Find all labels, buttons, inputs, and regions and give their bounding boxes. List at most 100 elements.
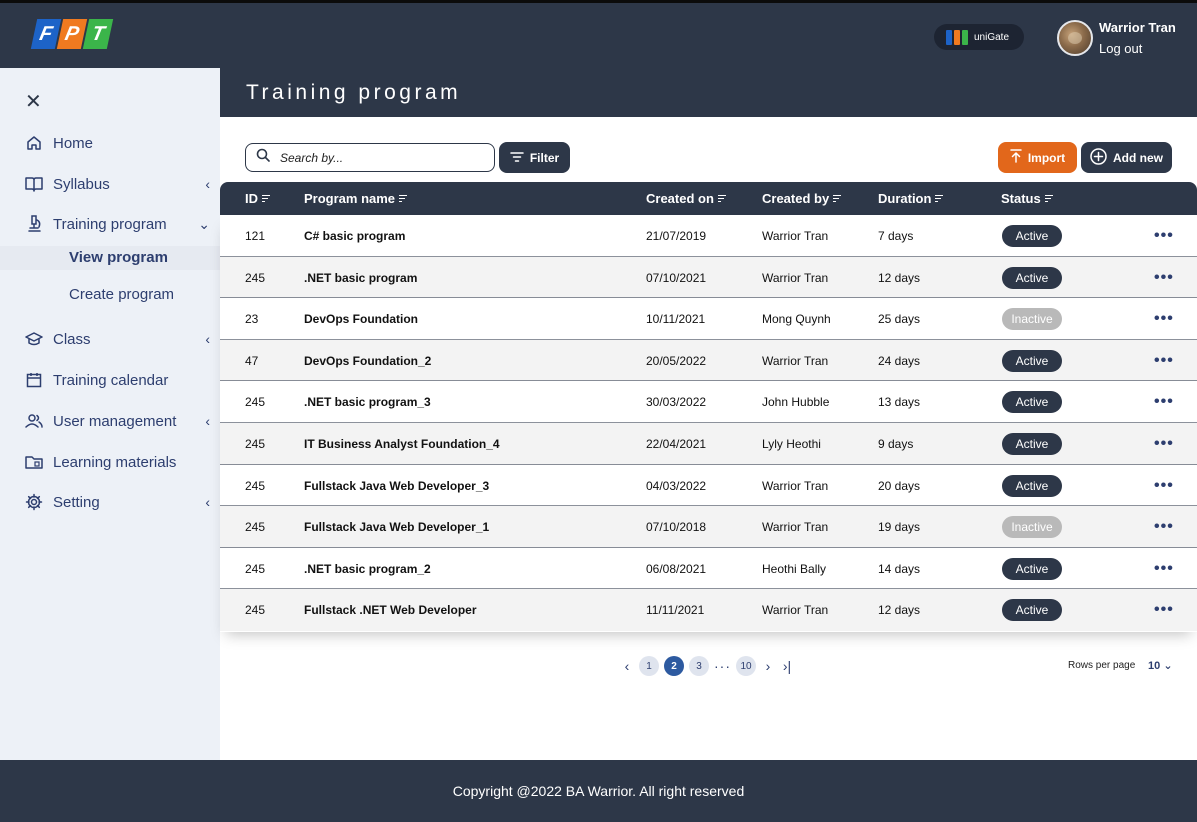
close-sidebar-icon[interactable]: ✕ bbox=[25, 92, 42, 112]
top-header: F P T uniGate Warrior Tran Log out bbox=[0, 0, 1197, 68]
user-avatar[interactable] bbox=[1057, 20, 1093, 56]
import-button[interactable]: Import bbox=[998, 142, 1077, 173]
cell-created-on: 07/10/2021 bbox=[646, 270, 707, 285]
column-label: Program name bbox=[304, 191, 396, 206]
search-input[interactable] bbox=[280, 150, 470, 165]
cell-id: 245 bbox=[245, 603, 266, 618]
sort-icon[interactable] bbox=[935, 194, 944, 204]
sidebar-subitem-create-program[interactable]: Create program bbox=[69, 286, 174, 303]
more-options-icon[interactable]: ••• bbox=[1154, 518, 1174, 536]
pagination: ‹ 1 2 3 ··· 10 › ›| bbox=[620, 656, 794, 676]
sidebar-item-label: User management bbox=[53, 412, 177, 430]
cell-created-by: Lyly Heothi bbox=[762, 437, 821, 451]
sidebar-item-user-management[interactable]: User management ‹ bbox=[25, 412, 210, 430]
column-label: ID bbox=[245, 191, 258, 206]
table-row[interactable]: 23 DevOps Foundation 10/11/2021 Mong Quynh 2… bbox=[220, 298, 1197, 340]
sidebar-item-home[interactable]: Home bbox=[25, 134, 210, 152]
add-new-button[interactable]: Add new bbox=[1081, 142, 1172, 173]
cell-duration: 7 days bbox=[878, 229, 914, 243]
unigate-button[interactable]: uniGate bbox=[934, 24, 1024, 50]
cell-id: 245 bbox=[245, 395, 266, 410]
sidebar-item-setting[interactable]: Setting ‹ bbox=[25, 493, 210, 511]
unigate-icon bbox=[946, 29, 968, 45]
filter-button[interactable]: Filter bbox=[499, 142, 570, 173]
page-button-3[interactable]: 3 bbox=[689, 656, 709, 676]
rows-per-page-select[interactable]: 10 ⌄ bbox=[1148, 659, 1173, 672]
sort-icon[interactable] bbox=[399, 194, 408, 204]
last-page-icon[interactable]: ›| bbox=[780, 658, 794, 674]
sidebar-item-learning-materials[interactable]: Learning materials bbox=[25, 453, 210, 471]
chevron-down-icon[interactable]: ⌄ bbox=[198, 216, 210, 233]
column-header-id[interactable]: ID bbox=[245, 191, 270, 206]
sidebar-item-label: Learning materials bbox=[53, 453, 177, 471]
more-options-icon[interactable]: ••• bbox=[1154, 393, 1174, 411]
status-badge: Inactive bbox=[1002, 308, 1062, 331]
sort-icon[interactable] bbox=[717, 194, 726, 204]
cell-program-name: .NET basic program_3 bbox=[304, 395, 431, 410]
cell-created-on: 21/07/2019 bbox=[646, 229, 707, 243]
next-page-icon[interactable]: › bbox=[761, 658, 775, 674]
sidebar-subitem-view-program[interactable]: View program bbox=[69, 249, 168, 266]
page-title-bar: Training program bbox=[220, 68, 1197, 117]
cell-duration: 13 days bbox=[878, 395, 921, 410]
table-row[interactable]: 245 Fullstack .NET Web Developer 11/11/202… bbox=[220, 589, 1197, 631]
column-header-status[interactable]: Status bbox=[1001, 191, 1053, 206]
column-header-created-on[interactable]: Created on bbox=[646, 191, 726, 206]
sort-icon[interactable] bbox=[1044, 194, 1053, 204]
sidebar-item-training-program[interactable]: Training program ⌄ bbox=[25, 215, 210, 233]
column-header-program-name[interactable]: Program name bbox=[304, 191, 408, 206]
filter-label: Filter bbox=[529, 150, 560, 165]
sort-icon[interactable] bbox=[262, 194, 270, 204]
table-row[interactable]: 121 C# basic program 21/07/2019 Warrior Tra… bbox=[220, 215, 1197, 257]
logout-link[interactable]: Log out bbox=[1099, 41, 1142, 56]
more-options-icon[interactable]: ••• bbox=[1154, 435, 1174, 453]
sidebar-item-label: Home bbox=[53, 134, 94, 152]
cell-duration: 19 days bbox=[878, 520, 921, 535]
chevron-left-icon[interactable]: ‹ bbox=[205, 331, 210, 347]
add-circle-icon bbox=[1090, 147, 1107, 168]
page-button-2[interactable]: 2 bbox=[664, 656, 684, 676]
gear-icon bbox=[25, 493, 43, 511]
page-title: Training program bbox=[246, 81, 462, 104]
chevron-left-icon[interactable]: ‹ bbox=[205, 176, 210, 192]
column-header-duration[interactable]: Duration bbox=[878, 191, 944, 206]
more-options-icon[interactable]: ••• bbox=[1154, 310, 1174, 328]
more-options-icon[interactable]: ••• bbox=[1154, 601, 1174, 619]
more-options-icon[interactable]: ••• bbox=[1154, 560, 1174, 578]
cell-created-by: Warrior Tran bbox=[762, 478, 829, 493]
users-icon bbox=[25, 412, 43, 430]
sort-icon[interactable] bbox=[833, 194, 842, 204]
cell-created-on: 22/04/2021 bbox=[646, 437, 707, 451]
chevron-left-icon[interactable]: ‹ bbox=[205, 413, 210, 429]
sidebar-item-training-calendar[interactable]: Training calendar bbox=[25, 371, 210, 389]
table-row[interactable]: 245 .NET basic program_2 06/08/2021 Heothi … bbox=[220, 548, 1197, 590]
table-row[interactable]: 245 Fullstack Java Web Developer_1 07/10/2… bbox=[220, 506, 1197, 548]
table-row[interactable]: 47 DevOps Foundation_2 20/05/2022 Warrior T… bbox=[220, 339, 1197, 382]
chevron-left-icon[interactable]: ‹ bbox=[205, 494, 210, 510]
sidebar-item-class[interactable]: Class ‹ bbox=[25, 330, 210, 348]
more-options-icon[interactable]: ••• bbox=[1154, 227, 1174, 245]
search-input-wrapper[interactable] bbox=[245, 143, 495, 172]
column-label: Created by bbox=[762, 191, 830, 206]
prev-page-icon[interactable]: ‹ bbox=[620, 658, 634, 674]
more-options-icon[interactable]: ••• bbox=[1154, 352, 1174, 370]
logo-letter-t: T bbox=[82, 19, 114, 49]
more-options-icon[interactable]: ••• bbox=[1154, 477, 1174, 495]
status-badge: Inactive bbox=[1002, 516, 1062, 539]
cell-id: 245 bbox=[245, 520, 266, 535]
table-row[interactable]: 245 .NET basic program_3 30/03/2022 John Hu… bbox=[220, 381, 1197, 423]
table-row[interactable]: 245 Fullstack Java Web Developer_3 04/03/2… bbox=[220, 465, 1197, 507]
sidebar-item-syllabus[interactable]: Syllabus ‹ bbox=[25, 175, 210, 193]
table-body: 121 C# basic program 21/07/2019 Warrior Tra… bbox=[220, 215, 1197, 632]
home-icon bbox=[25, 134, 43, 152]
fpt-logo[interactable]: F P T bbox=[30, 19, 114, 49]
footer: Copyright @2022 BA Warrior. All right re… bbox=[0, 760, 1197, 822]
table-row[interactable]: 245 .NET basic program 07/10/2021 Warrior T… bbox=[220, 256, 1197, 299]
filter-icon bbox=[510, 151, 524, 165]
page-button-1[interactable]: 1 bbox=[639, 656, 659, 676]
chevron-down-icon: ⌄ bbox=[1163, 660, 1173, 672]
more-options-icon[interactable]: ••• bbox=[1154, 269, 1174, 287]
column-header-created-by[interactable]: Created by bbox=[762, 191, 842, 206]
page-button-10[interactable]: 10 bbox=[736, 656, 756, 676]
table-row[interactable]: 245 IT Business Analyst Foundation_4 22/04… bbox=[220, 423, 1197, 465]
